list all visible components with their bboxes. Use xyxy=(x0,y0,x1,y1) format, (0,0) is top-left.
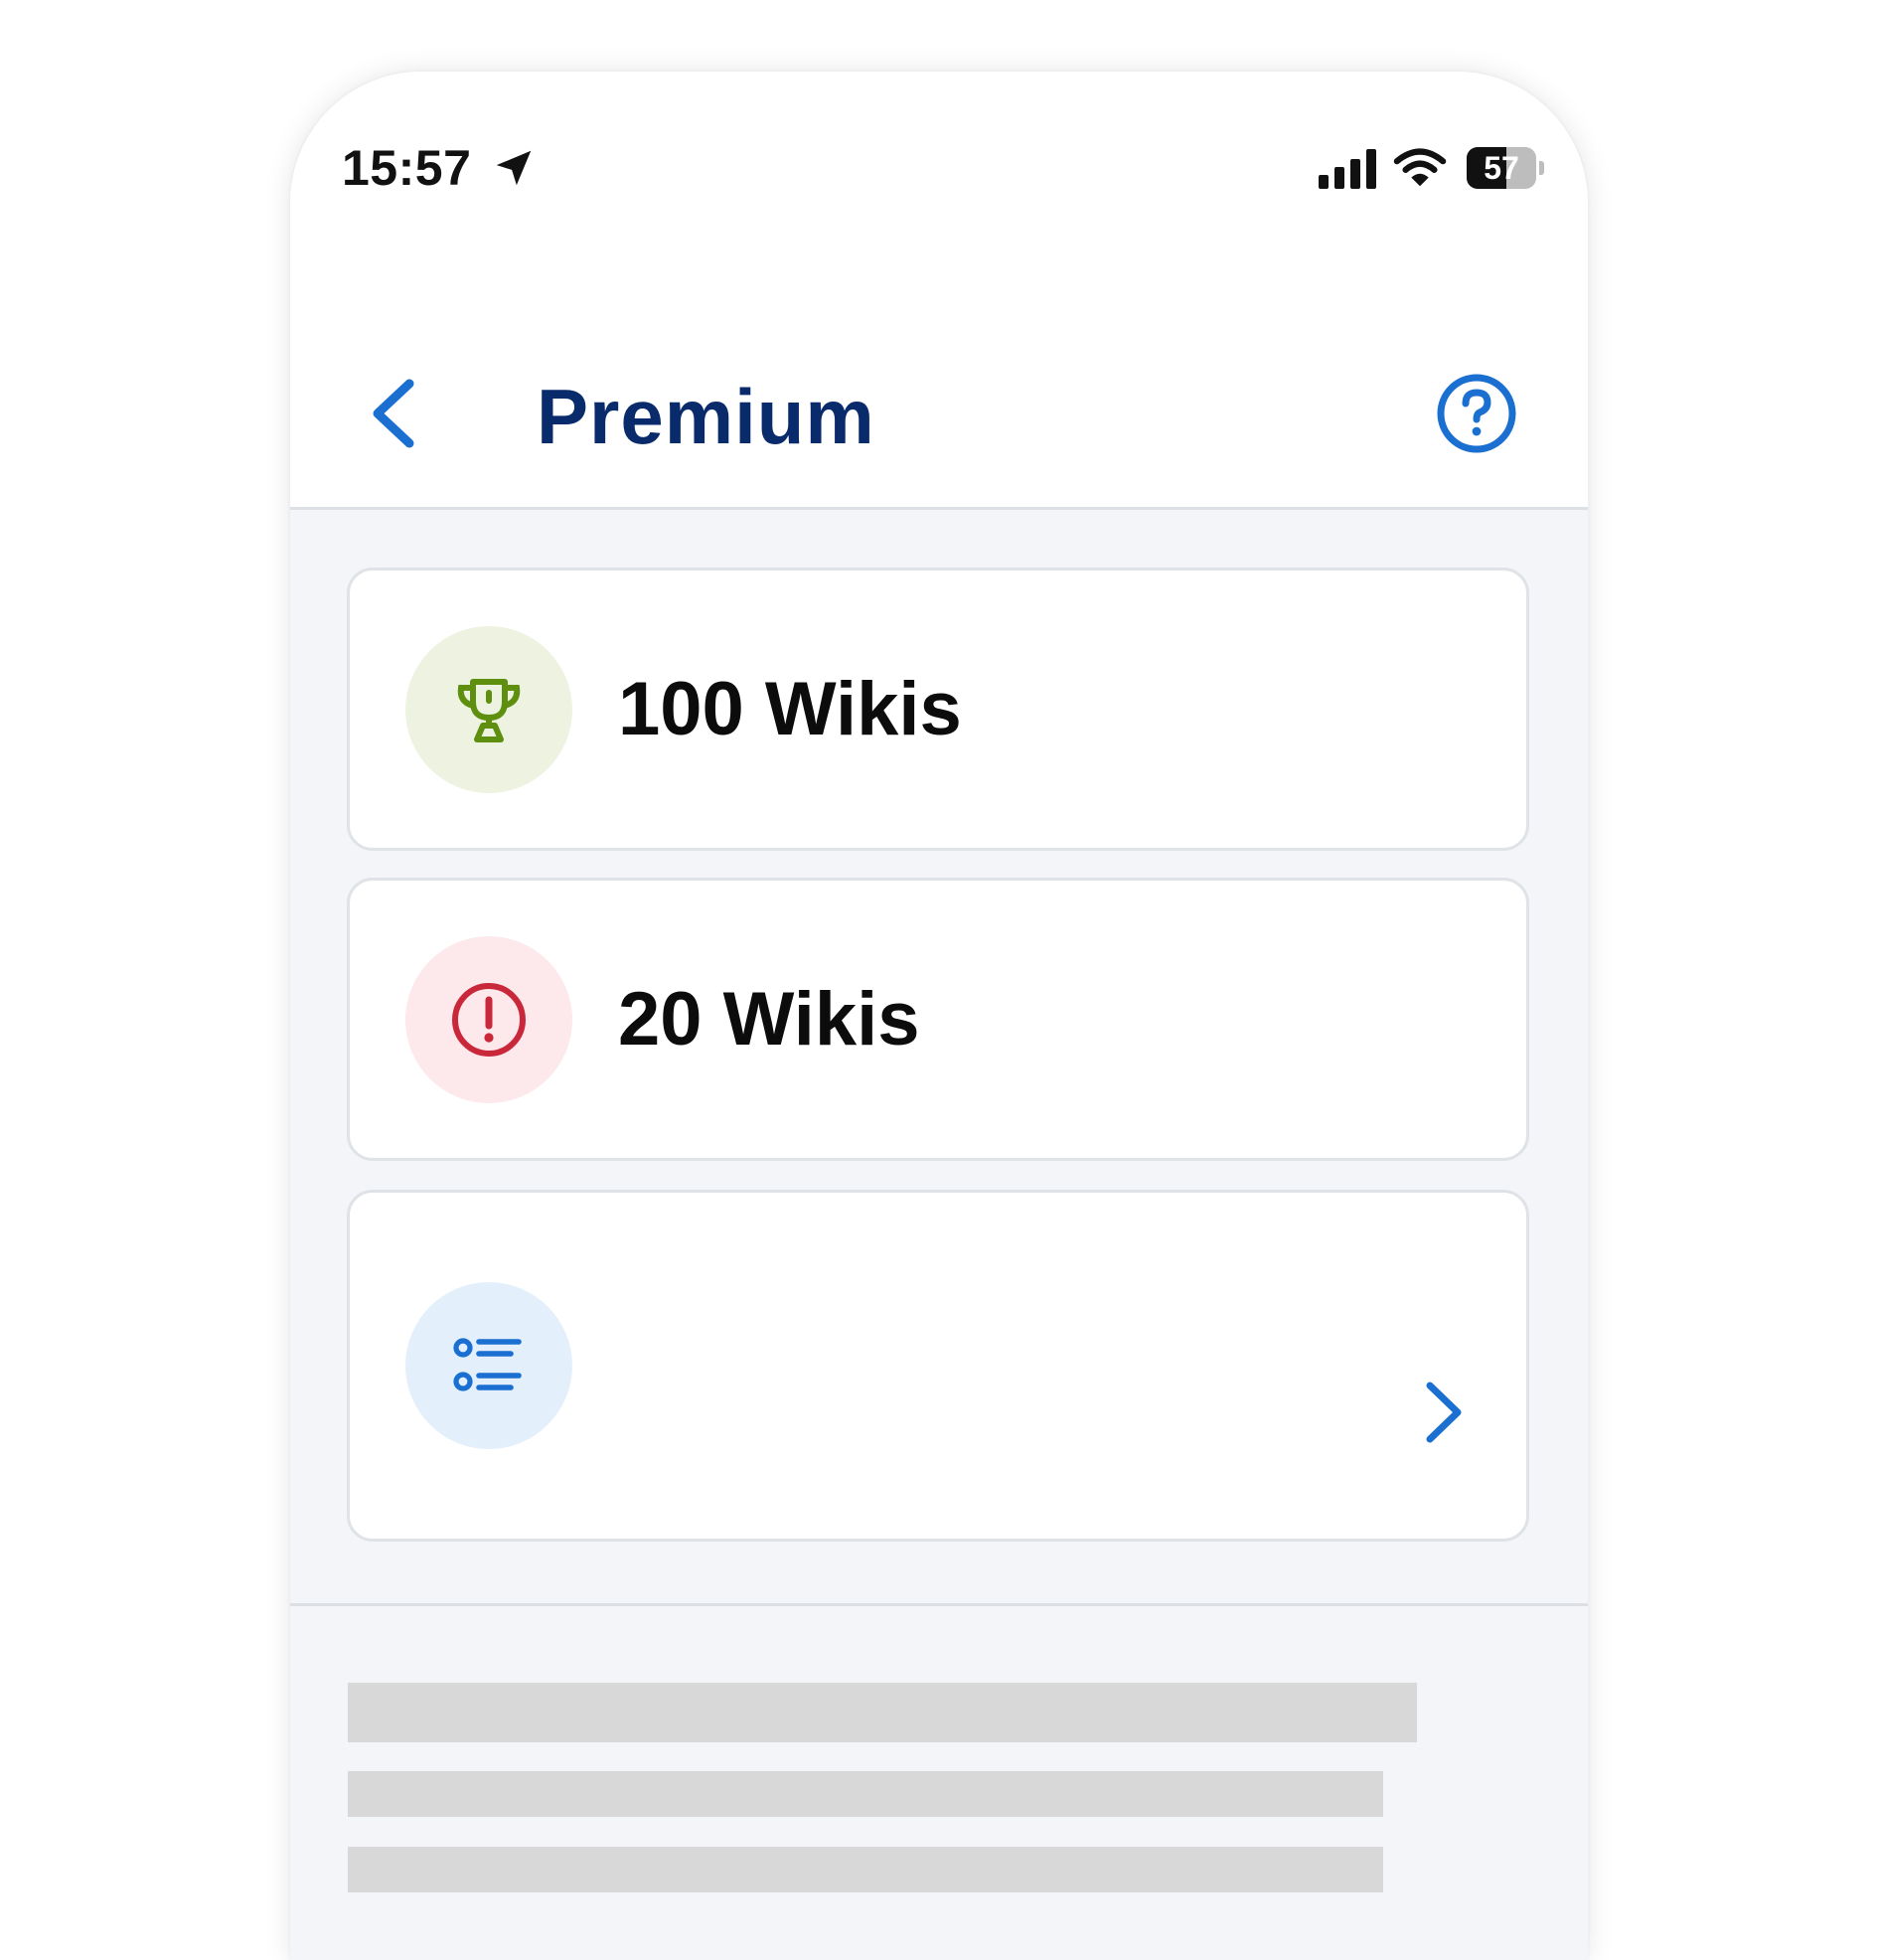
signal-icon xyxy=(1319,149,1376,189)
wiki-limit-card-free: 20 Wikis xyxy=(347,878,1529,1161)
wiki-limit-card-premium: 100 Wikis xyxy=(347,568,1529,851)
card-title: 100 Wikis xyxy=(618,667,962,751)
help-circle-icon[interactable] xyxy=(1435,372,1518,455)
features-list-card[interactable] xyxy=(347,1190,1529,1542)
chevron-right-icon[interactable] xyxy=(1418,1378,1468,1447)
location-arrow-icon xyxy=(496,150,532,186)
chevron-left-icon[interactable] xyxy=(362,376,421,451)
icon-badge xyxy=(405,1282,572,1449)
battery-level: 57 xyxy=(1484,150,1519,186)
battery-indicator: 57 xyxy=(1467,147,1544,189)
alert-circle-icon xyxy=(452,983,526,1057)
page-title: Premium xyxy=(537,373,875,460)
top-app-bar: Premium xyxy=(290,300,1588,510)
content-area: 100 Wikis 20 Wikis xyxy=(290,510,1588,1606)
skeleton-line xyxy=(348,1683,1417,1742)
icon-badge xyxy=(405,936,572,1103)
list-icon xyxy=(453,1338,522,1391)
trophy-icon xyxy=(457,679,521,742)
icon-badge xyxy=(405,626,572,793)
skeleton-line xyxy=(348,1771,1383,1817)
phone-frame: 15:57 57 Premium 100 Wikis 20 Wikis xyxy=(290,72,1588,1960)
loading-skeleton-section xyxy=(290,1606,1588,1960)
status-time: 15:57 xyxy=(342,140,472,196)
card-title: 20 Wikis xyxy=(618,977,920,1062)
wifi-icon xyxy=(1393,148,1447,187)
skeleton-line xyxy=(348,1847,1383,1892)
